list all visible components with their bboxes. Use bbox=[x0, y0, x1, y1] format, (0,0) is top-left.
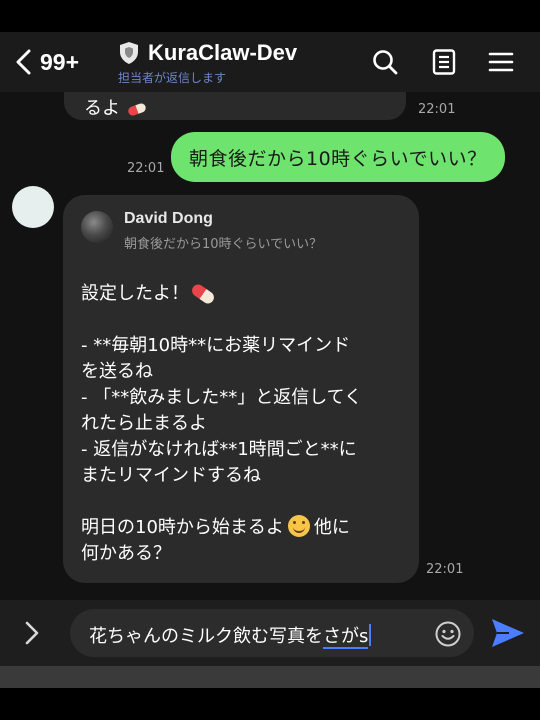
outgoing-message-time: 22:01 bbox=[127, 161, 165, 176]
pill-emoji-icon bbox=[189, 282, 217, 306]
chat-subtitle: 担当者が返信します bbox=[118, 71, 227, 85]
outgoing-message-text: 朝食後だから10時ぐらいでいい？ bbox=[189, 147, 487, 170]
message-closing: 明日の10時から始まるよ bbox=[81, 517, 284, 538]
note-icon[interactable] bbox=[430, 48, 458, 76]
shield-icon bbox=[120, 42, 138, 64]
message-input[interactable]: 花ちゃんのミルク飲む写真をさがs bbox=[70, 609, 474, 657]
incoming-message-time: 22:01 bbox=[426, 562, 464, 577]
pill-emoji-icon bbox=[126, 101, 147, 117]
message-body: - **毎朝10時**にお薬リマインド を送るね - 「**飲みました**」と返… bbox=[81, 335, 363, 486]
smile-emoji-icon bbox=[287, 515, 310, 537]
send-icon[interactable] bbox=[489, 614, 527, 652]
incoming-message-text: 設定したよ！ - **毎朝10時**にお薬リマインド を送るね - 「**飲みま… bbox=[81, 281, 411, 567]
reply-avatar bbox=[81, 211, 113, 243]
menu-icon[interactable] bbox=[487, 48, 515, 76]
ime-composition-text: さがs bbox=[323, 626, 369, 649]
chat-title: KuraClaw-Dev bbox=[148, 40, 298, 65]
back-button[interactable]: 99+ bbox=[14, 44, 79, 80]
bottom-strip bbox=[0, 666, 540, 688]
reply-quoted-text: 朝食後だから10時ぐらいでいい？ bbox=[124, 237, 323, 252]
unread-count: 99+ bbox=[40, 48, 80, 75]
previous-message-time: 22:01 bbox=[418, 102, 456, 117]
reply-preview[interactable]: David Dong 朝食後だから10時ぐらいでいい？ bbox=[81, 210, 323, 252]
app-screen: 99+ KuraClaw-Dev 担当者が返信します るよ 22:01 朝食後だ… bbox=[0, 0, 540, 720]
search-icon[interactable] bbox=[371, 48, 399, 76]
message-line-1: 設定したよ！ bbox=[81, 283, 189, 304]
outgoing-message-bubble[interactable]: 朝食後だから10時ぐらいでいい？ bbox=[171, 132, 505, 182]
avatar[interactable] bbox=[12, 186, 54, 228]
incoming-message-bubble[interactable]: David Dong 朝食後だから10時ぐらいでいい？ 設定したよ！ - **毎… bbox=[63, 195, 419, 583]
emoji-icon[interactable] bbox=[434, 620, 462, 648]
chat-title-block[interactable]: KuraClaw-Dev 担当者が返信します bbox=[118, 40, 297, 86]
chat-area[interactable]: るよ 22:01 朝食後だから10時ぐらいでいい？ 22:01 David Do… bbox=[0, 92, 540, 600]
message-closing-2: 他に bbox=[313, 517, 350, 538]
chat-header: 99+ KuraClaw-Dev 担当者が返信します bbox=[0, 32, 540, 92]
previous-message-bubble[interactable]: るよ bbox=[64, 92, 406, 120]
previous-message-text: るよ bbox=[84, 98, 120, 119]
text-caret bbox=[369, 624, 372, 646]
reply-sender-name: David Dong bbox=[124, 210, 213, 227]
message-closing-3: 何かある？ bbox=[81, 543, 171, 564]
chevron-right-icon[interactable] bbox=[22, 620, 42, 646]
input-text: 花ちゃんのミルク飲む写真を bbox=[89, 626, 323, 647]
chevron-left-icon bbox=[16, 49, 31, 75]
